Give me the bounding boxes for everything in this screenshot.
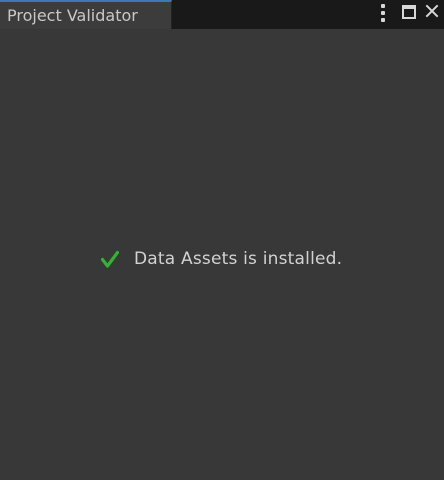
close-icon[interactable] (424, 3, 440, 19)
validator-content: Data Assets is installed. (0, 29, 444, 480)
tab-label: Project Validator (7, 6, 138, 25)
kebab-menu-icon[interactable] (380, 4, 386, 22)
status-message: Data Assets is installed. (134, 249, 343, 269)
maximize-icon[interactable] (402, 5, 416, 19)
checkmark-icon (101, 250, 119, 268)
status-row: Data Assets is installed. (101, 247, 342, 271)
tab-project-validator[interactable]: Project Validator (0, 0, 172, 29)
project-validator-window: Project Validator Data Assets is install… (0, 0, 444, 480)
tab-bar: Project Validator (0, 0, 444, 29)
